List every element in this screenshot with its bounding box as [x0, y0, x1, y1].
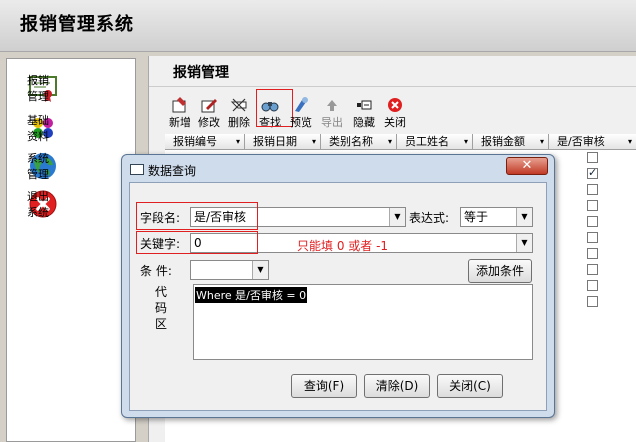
sidebar-item-label: 系统管理: [27, 152, 49, 181]
edit-icon: [199, 96, 219, 114]
export-icon: [322, 96, 342, 114]
dialog-title: 数据查询: [148, 164, 197, 178]
column-header[interactable]: 报销编号 ▾: [165, 134, 245, 150]
expression-select[interactable]: 等于 ▼: [460, 207, 533, 227]
approved-checkbox[interactable]: [587, 248, 598, 259]
field-highlight: [136, 202, 258, 230]
approved-checkbox[interactable]: [587, 152, 598, 163]
window-icon: [130, 164, 144, 175]
approved-checkbox[interactable]: [587, 166, 598, 179]
preview-label: 预览: [290, 116, 312, 129]
keyword-highlight: [136, 231, 258, 254]
column-header[interactable]: 员工姓名 ▾: [397, 134, 473, 150]
hide-icon: [354, 96, 374, 114]
approved-checkbox[interactable]: [587, 216, 598, 227]
code-label: 代码区: [154, 285, 167, 331]
export-button[interactable]: 导出: [317, 96, 347, 130]
close-button[interactable]: 关闭: [380, 96, 410, 130]
sidebar-item-label: 基础资料: [27, 114, 49, 143]
add-label: 新增: [169, 116, 191, 129]
sidebar-item-reimbursement[interactable]: 报销管理: [27, 73, 59, 103]
hide-label: 隐藏: [353, 116, 375, 129]
column-header[interactable]: 报销金额 ▾: [473, 134, 549, 150]
expression-select-value: 等于: [464, 210, 489, 224]
app-title: 报销管理系统: [20, 14, 134, 35]
column-header[interactable]: 报销日期 ▾: [245, 134, 321, 150]
chevron-down-icon: ▼: [516, 208, 532, 226]
sort-arrow-icon: ▾: [235, 137, 240, 146]
approved-checkbox[interactable]: [587, 280, 598, 291]
sidebar-item-label: 报销管理: [27, 74, 49, 103]
sidebar-item-basic-data[interactable]: 基础资料: [27, 113, 59, 143]
column-header[interactable]: 类别名称 ▾: [321, 134, 397, 150]
export-label: 导出: [321, 116, 343, 129]
preview-button[interactable]: 预览: [286, 96, 316, 130]
condition-select[interactable]: ▼: [190, 260, 269, 280]
clear-button[interactable]: 清除(D): [364, 374, 430, 398]
close-label: 关闭: [384, 116, 406, 129]
add-icon: [170, 96, 190, 114]
approved-checkbox[interactable]: [587, 200, 598, 211]
delete-icon: [229, 96, 249, 114]
close-icon: [385, 96, 405, 114]
chevron-down-icon: ▼: [516, 234, 532, 252]
sort-arrow-icon: ▾: [311, 137, 316, 146]
column-header-label: 报销金额: [481, 135, 525, 148]
sort-arrow-icon: ▾: [539, 137, 544, 146]
chevron-down-icon: ▼: [389, 208, 405, 226]
delete-label: 删除: [228, 116, 250, 129]
add-condition-button[interactable]: 添加条件: [468, 259, 532, 283]
sort-arrow-icon: ▾: [627, 137, 632, 146]
edit-label: 修改: [198, 116, 220, 129]
dialog-titlebar: 数据查询 ✕: [122, 155, 554, 183]
approved-checkbox[interactable]: [587, 264, 598, 275]
approved-checkbox[interactable]: [587, 184, 598, 195]
dialog-close-button[interactable]: ✕: [506, 157, 548, 175]
column-header-label: 报销日期: [253, 135, 297, 148]
sidebar: 报销管理 基础资料 系统管理 退出系统: [6, 58, 136, 442]
column-header-label: 是/否审核: [557, 135, 605, 148]
expression-label: 表达式:: [409, 211, 450, 225]
code-text: Where 是/否审核 = 0: [195, 287, 308, 303]
close-x-icon: ✕: [521, 158, 533, 173]
dialog-body: 字段名: 是/否审核 ▼ 表达式: 等于 ▼ 关键字: 0 ▼ 只能填 0 或者…: [129, 182, 547, 411]
page-title: 报销管理: [173, 65, 229, 81]
column-header-label: 报销编号: [173, 135, 217, 148]
code-textarea[interactable]: Where 是/否审核 = 0: [193, 284, 533, 360]
sort-arrow-icon: ▾: [387, 137, 392, 146]
sort-arrow-icon: ▾: [463, 137, 468, 146]
delete-button[interactable]: 删除: [224, 96, 254, 130]
chevron-down-icon: ▼: [252, 261, 268, 279]
column-header[interactable]: 是/否审核 ▾: [549, 134, 636, 150]
keyword-hint: 只能填 0 或者 -1: [297, 239, 389, 253]
app-titlebar: 报销管理系统: [0, 0, 636, 52]
column-header-label: 类别名称: [329, 135, 373, 148]
sidebar-item-label: 退出系统: [27, 190, 49, 219]
close-dialog-button[interactable]: 关闭(C): [437, 374, 503, 398]
hide-button[interactable]: 隐藏: [349, 96, 379, 130]
query-dialog: 数据查询 ✕ 字段名: 是/否审核 ▼ 表达式: 等于 ▼ 关键字: 0 ▼ 只…: [121, 154, 555, 418]
approved-checkbox[interactable]: [587, 232, 598, 243]
edit-button[interactable]: 修改: [194, 96, 224, 130]
condition-label: 条 件:: [140, 264, 172, 278]
add-button[interactable]: 新增: [165, 96, 195, 130]
divider: [149, 86, 636, 87]
column-header-label: 员工姓名: [405, 135, 449, 148]
preview-icon: [291, 96, 311, 114]
query-button[interactable]: 查询(F): [291, 374, 357, 398]
sidebar-item-exit[interactable]: 退出系统: [27, 189, 59, 219]
approved-checkbox[interactable]: [587, 296, 598, 307]
sidebar-item-system[interactable]: 系统管理: [27, 151, 59, 181]
